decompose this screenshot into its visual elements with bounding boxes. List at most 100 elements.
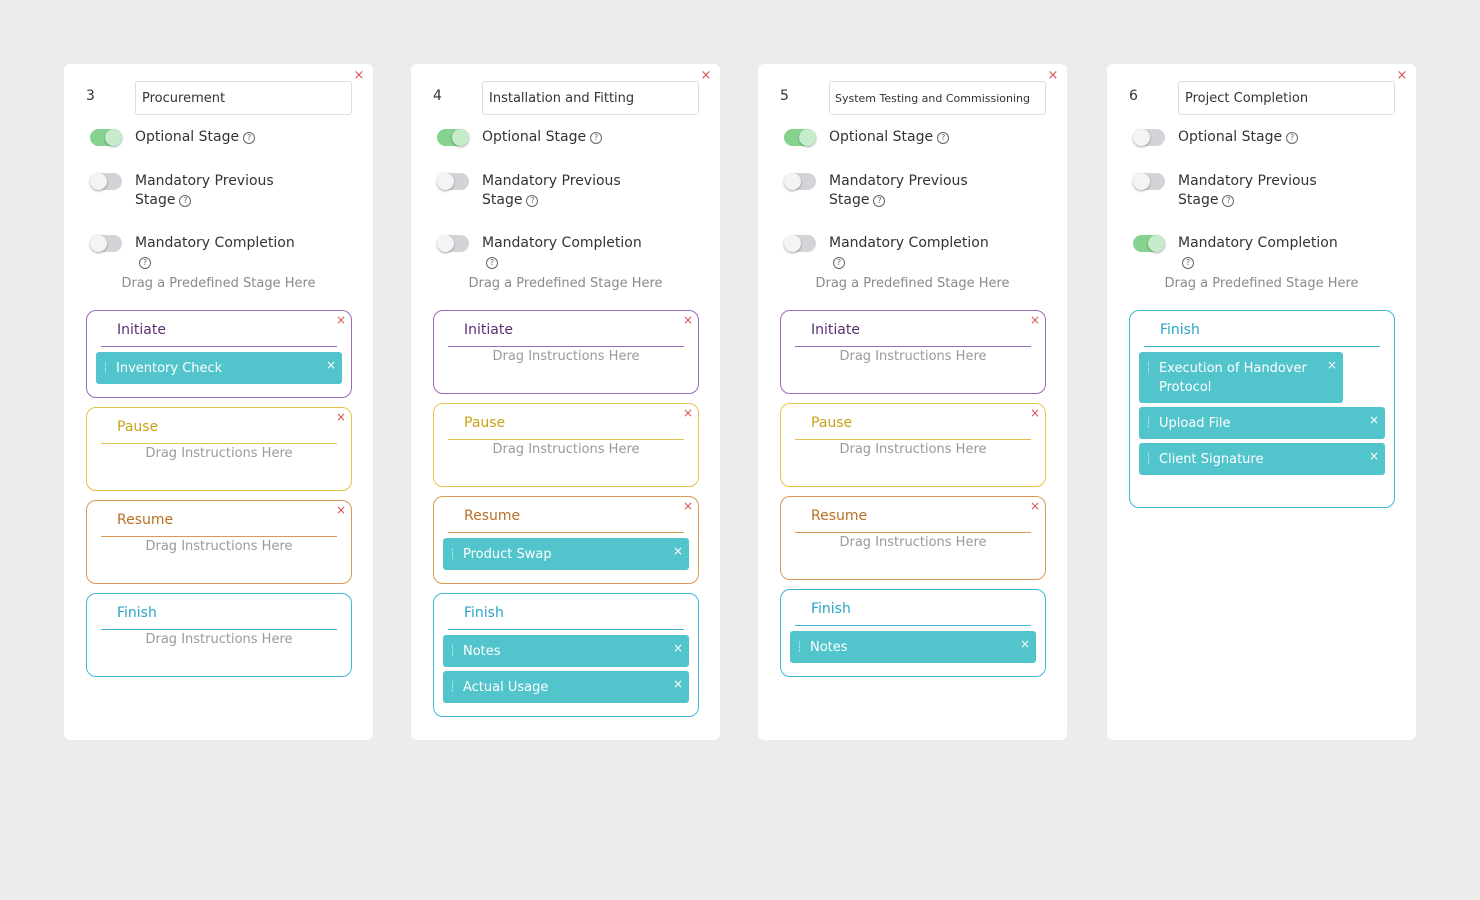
mandatory-completion-toggle[interactable] [1133, 235, 1165, 252]
remove-phase-close-icon[interactable]: × [335, 411, 347, 423]
mandatory-previous-stage-toggle[interactable] [437, 173, 469, 190]
instruction-chip[interactable]: Execution of Handover Protocol × [1139, 352, 1343, 403]
phase-pause: × Pause Drag Instructions Here [86, 407, 352, 491]
optional-stage-toggle[interactable] [437, 129, 469, 146]
instruction-chip[interactable]: Client Signature × [1139, 443, 1385, 475]
remove-instruction-close-icon[interactable]: × [673, 639, 683, 658]
drag-instructions-dropzone[interactable]: Drag Instructions Here [87, 537, 351, 554]
toggle-knob [784, 173, 801, 190]
toggle-knob [452, 129, 469, 146]
help-circle-icon[interactable]: ? [243, 132, 256, 144]
drag-handle-icon[interactable] [452, 645, 455, 656]
mandatory-previous-stage-label-wrap: Mandatory Previous Stage? [482, 172, 657, 210]
drag-instructions-dropzone[interactable]: Drag Instructions Here [87, 444, 351, 461]
drag-handle-icon[interactable] [1148, 417, 1151, 428]
drag-instructions-dropzone[interactable]: Drag Instructions Here [781, 440, 1045, 457]
remove-stage-close-icon[interactable]: × [699, 69, 713, 83]
instruction-chip[interactable]: Inventory Check × [96, 352, 342, 384]
remove-phase-close-icon[interactable]: × [335, 504, 347, 516]
phase-resume: × Resume Product Swap × [433, 496, 699, 584]
remove-phase-close-icon[interactable]: × [682, 314, 694, 326]
drag-predefined-stage-dropzone[interactable]: Drag a Predefined Stage Here [411, 276, 720, 291]
stage-name-input[interactable] [482, 81, 699, 115]
remove-stage-close-icon[interactable]: × [1395, 69, 1409, 83]
mandatory-previous-stage-toggle[interactable] [784, 173, 816, 190]
remove-instruction-close-icon[interactable]: × [326, 356, 336, 375]
drag-handle-icon[interactable] [799, 641, 802, 652]
phase-resume: × Resume Drag Instructions Here [780, 496, 1046, 580]
drag-handle-icon[interactable] [1148, 362, 1151, 373]
optional-stage-label-wrap: Optional Stage? [829, 128, 950, 147]
stage-name-input[interactable] [1178, 81, 1395, 115]
mandatory-completion-toggle[interactable] [90, 235, 122, 252]
mandatory-completion-toggle[interactable] [437, 235, 469, 252]
remove-instruction-close-icon[interactable]: × [1327, 356, 1337, 375]
drag-instructions-dropzone[interactable]: Drag Instructions Here [434, 347, 698, 364]
help-circle-icon[interactable]: ? [1222, 195, 1235, 207]
drag-handle-icon[interactable] [452, 548, 455, 559]
drag-instructions-dropzone[interactable]: Drag Instructions Here [87, 630, 351, 647]
remove-stage-close-icon[interactable]: × [1046, 69, 1060, 83]
mandatory-completion-toggle[interactable] [784, 235, 816, 252]
help-circle-icon[interactable]: ? [590, 132, 603, 144]
instruction-chip[interactable]: Notes × [790, 631, 1036, 663]
phase-finish: Finish Notes × [780, 589, 1046, 677]
remove-instruction-close-icon[interactable]: × [1369, 447, 1379, 466]
phase-initiate: × Initiate Drag Instructions Here [780, 310, 1046, 394]
optional-stage-toggle[interactable] [90, 129, 122, 146]
remove-instruction-close-icon[interactable]: × [673, 542, 683, 561]
drag-handle-icon[interactable] [105, 362, 108, 373]
drag-instructions-dropzone[interactable]: Drag Instructions Here [781, 533, 1045, 550]
mandatory-previous-stage-label-wrap: Mandatory Previous Stage? [135, 172, 310, 210]
mandatory-completion-label: Mandatory Completion [1178, 235, 1338, 251]
help-circle-icon[interactable]: ? [937, 132, 950, 144]
toggle-knob [799, 129, 816, 146]
remove-phase-close-icon[interactable]: × [682, 500, 694, 512]
drag-instructions-dropzone[interactable]: Drag Instructions Here [781, 347, 1045, 364]
drag-handle-icon[interactable] [452, 681, 455, 692]
help-circle-icon[interactable]: ? [486, 257, 498, 269]
remove-instruction-close-icon[interactable]: × [1369, 411, 1379, 430]
instruction-chip[interactable]: Product Swap × [443, 538, 689, 570]
instruction-chip[interactable]: Notes × [443, 635, 689, 667]
help-circle-icon[interactable]: ? [1182, 257, 1194, 269]
remove-instruction-close-icon[interactable]: × [1020, 635, 1030, 654]
instruction-chip[interactable]: Actual Usage × [443, 671, 689, 703]
remove-phase-close-icon[interactable]: × [1029, 500, 1041, 512]
optional-stage-toggle[interactable] [784, 129, 816, 146]
mandatory-previous-stage-toggle[interactable] [1133, 173, 1165, 190]
mandatory-previous-stage-row: Mandatory Previous Stage? [90, 172, 363, 210]
help-circle-icon[interactable]: ? [1286, 132, 1299, 144]
remove-phase-close-icon[interactable]: × [1029, 407, 1041, 419]
instruction-chip[interactable]: Upload File × [1139, 407, 1385, 439]
help-circle-icon[interactable]: ? [139, 257, 151, 269]
mandatory-previous-stage-toggle[interactable] [90, 173, 122, 190]
remove-phase-close-icon[interactable]: × [1029, 314, 1041, 326]
stage-name-input[interactable] [135, 81, 352, 115]
remove-instruction-close-icon[interactable]: × [673, 675, 683, 694]
help-circle-icon[interactable]: ? [526, 195, 539, 207]
instruction-label: Upload File [1159, 416, 1231, 431]
optional-stage-label: Optional Stage [135, 129, 240, 145]
mandatory-previous-stage-row: Mandatory Previous Stage? [1133, 172, 1406, 210]
drag-predefined-stage-dropzone[interactable]: Drag a Predefined Stage Here [1107, 276, 1416, 291]
optional-stage-label: Optional Stage [829, 129, 934, 145]
mandatory-completion-label: Mandatory Completion [135, 235, 295, 251]
mandatory-completion-row: Mandatory Completion? [90, 234, 363, 272]
help-circle-icon[interactable]: ? [179, 195, 192, 207]
drag-predefined-stage-dropzone[interactable]: Drag a Predefined Stage Here [64, 276, 373, 291]
help-circle-icon[interactable]: ? [833, 257, 845, 269]
mandatory-previous-stage-label: Mandatory Previous Stage [482, 173, 621, 208]
remove-stage-close-icon[interactable]: × [352, 69, 366, 83]
drag-predefined-stage-dropzone[interactable]: Drag a Predefined Stage Here [758, 276, 1067, 291]
drag-handle-icon[interactable] [1148, 453, 1151, 464]
mandatory-previous-stage-row: Mandatory Previous Stage? [784, 172, 1057, 210]
optional-stage-label: Optional Stage [482, 129, 587, 145]
optional-stage-toggle[interactable] [1133, 129, 1165, 146]
stage-name-input[interactable] [829, 81, 1046, 115]
remove-phase-close-icon[interactable]: × [682, 407, 694, 419]
phase-pause: × Pause Drag Instructions Here [433, 403, 699, 487]
help-circle-icon[interactable]: ? [873, 195, 886, 207]
remove-phase-close-icon[interactable]: × [335, 314, 347, 326]
drag-instructions-dropzone[interactable]: Drag Instructions Here [434, 440, 698, 457]
